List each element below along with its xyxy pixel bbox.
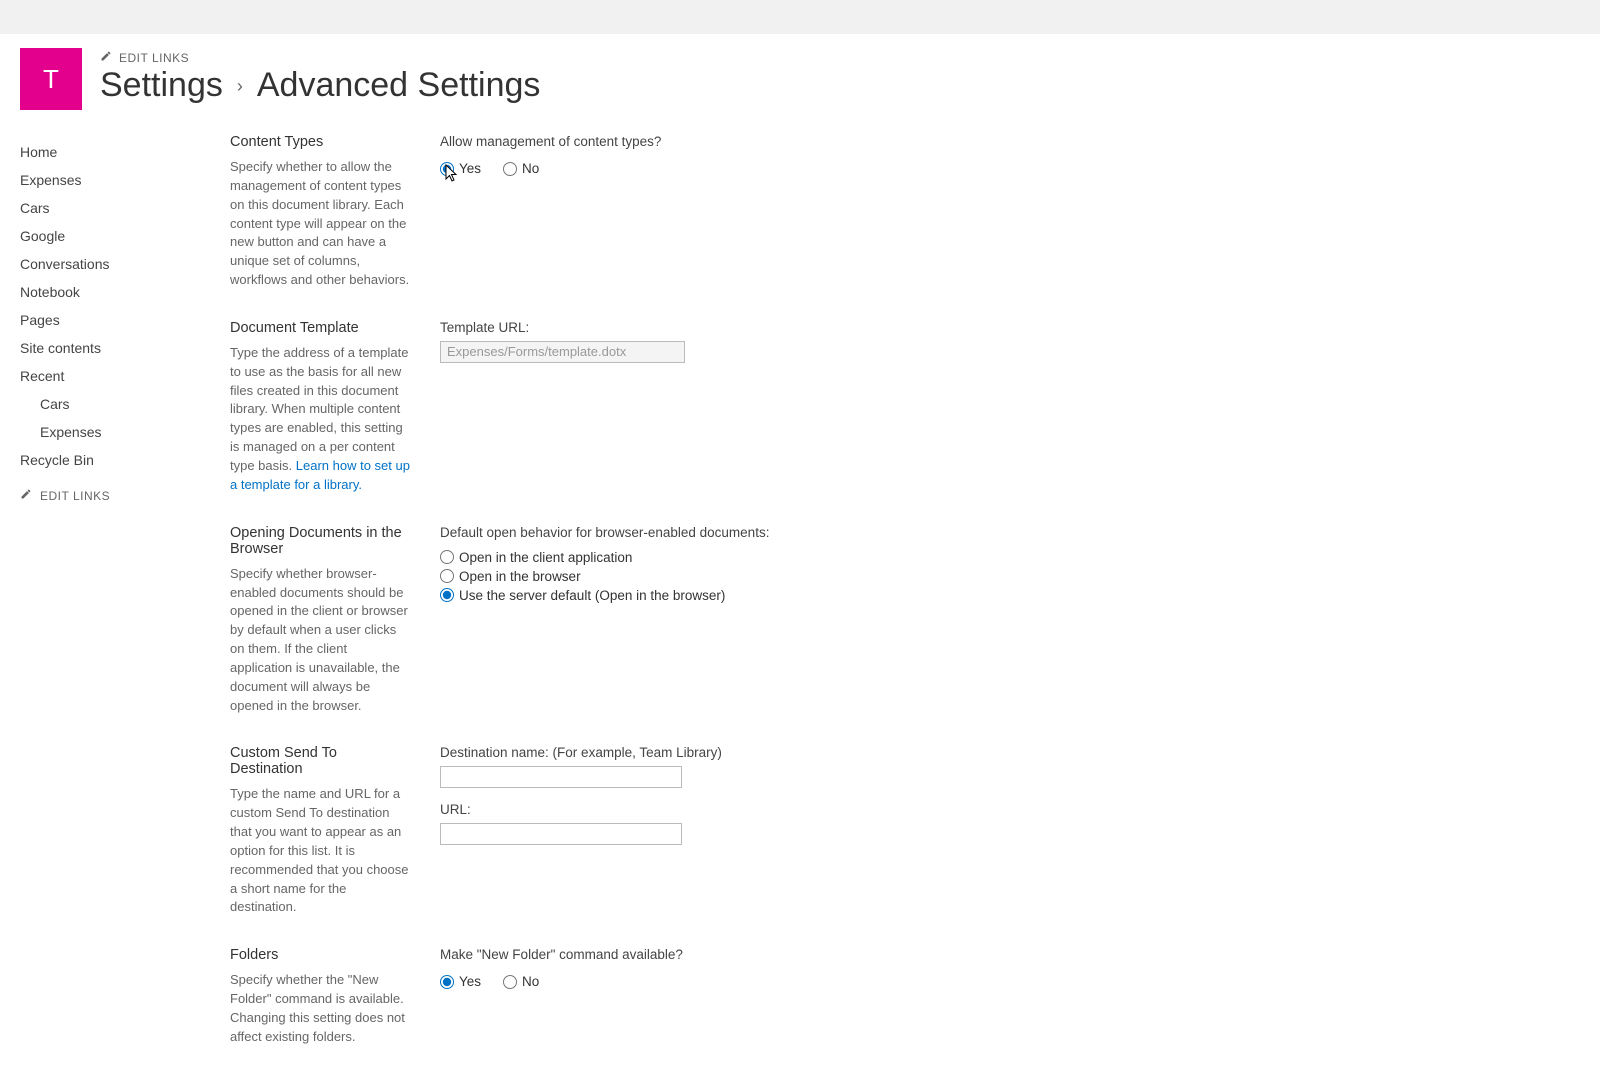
- radio-label: Yes: [459, 161, 481, 176]
- edit-links-top[interactable]: EDIT LINKS: [100, 50, 189, 65]
- section-title: Document Template: [230, 320, 410, 336]
- breadcrumb-separator-icon: ›: [237, 77, 243, 97]
- open-server-default-option[interactable]: Use the server default (Open in the brow…: [440, 588, 980, 603]
- section-description: Type the name and URL for a custom Send …: [230, 785, 410, 917]
- quick-launch-nav: HomeExpensesCarsGoogleConversationsNoteb…: [20, 134, 200, 503]
- folders-question: Make "New Folder" command available?: [440, 947, 980, 962]
- sidebar-item-notebook[interactable]: Notebook: [20, 278, 200, 306]
- sidebar-item-expenses[interactable]: Expenses: [20, 418, 200, 446]
- content-types-question: Allow management of content types?: [440, 134, 980, 149]
- suite-bar: [0, 0, 1600, 34]
- open-browser-radio[interactable]: [440, 569, 454, 583]
- radio-label: Open in the browser: [459, 569, 581, 584]
- destination-name-label: Destination name: (For example, Team Lib…: [440, 745, 980, 760]
- radio-label: Use the server default (Open in the brow…: [459, 588, 725, 603]
- section-title: Custom Send To Destination: [230, 745, 410, 777]
- content-types-yes-radio[interactable]: [440, 162, 454, 176]
- pencil-icon: [100, 50, 112, 65]
- section-title: Opening Documents in the Browser: [230, 525, 410, 557]
- radio-label: No: [522, 974, 539, 989]
- pencil-icon: [20, 488, 32, 503]
- section-description: Specify whether the "New Folder" command…: [230, 971, 410, 1046]
- content-types-yes-option[interactable]: Yes: [440, 161, 481, 176]
- section-description: Specify whether to allow the management …: [230, 158, 410, 290]
- sidebar-item-site-contents[interactable]: Site contents: [20, 334, 200, 362]
- radio-label: Yes: [459, 974, 481, 989]
- section-description-text: Type the address of a template to use as…: [230, 345, 409, 473]
- sidebar-item-recycle-bin[interactable]: Recycle Bin: [20, 446, 200, 474]
- folders-yes-radio[interactable]: [440, 975, 454, 989]
- section-title: Folders: [230, 947, 410, 963]
- section-folders: Folders Specify whether the "New Folder"…: [230, 947, 1580, 1046]
- section-opening-documents: Opening Documents in the Browser Specify…: [230, 525, 1580, 716]
- folders-no-radio[interactable]: [503, 975, 517, 989]
- open-server-default-radio[interactable]: [440, 588, 454, 602]
- sidebar-item-cars[interactable]: Cars: [20, 194, 200, 222]
- destination-url-label: URL:: [440, 802, 980, 817]
- sidebar-item-home[interactable]: Home: [20, 138, 200, 166]
- sidebar-item-google[interactable]: Google: [20, 222, 200, 250]
- edit-links-label: EDIT LINKS: [119, 51, 189, 65]
- radio-label: Open in the client application: [459, 550, 632, 565]
- sidebar-item-recent[interactable]: Recent: [20, 362, 200, 390]
- sidebar-item-pages[interactable]: Pages: [20, 306, 200, 334]
- breadcrumb-settings-link[interactable]: Settings: [100, 67, 223, 104]
- page-title: Advanced Settings: [257, 67, 541, 104]
- destination-name-input[interactable]: [440, 766, 682, 788]
- radio-label: No: [522, 161, 539, 176]
- edit-links-label: EDIT LINKS: [40, 489, 110, 503]
- section-description: Type the address of a template to use as…: [230, 344, 410, 495]
- template-url-label: Template URL:: [440, 320, 980, 335]
- content-types-no-option[interactable]: No: [503, 161, 539, 176]
- folders-no-option[interactable]: No: [503, 974, 539, 989]
- template-url-input: [440, 341, 685, 363]
- site-logo[interactable]: T: [20, 48, 82, 110]
- folders-yes-option[interactable]: Yes: [440, 974, 481, 989]
- open-client-radio[interactable]: [440, 550, 454, 564]
- sidebar-item-conversations[interactable]: Conversations: [20, 250, 200, 278]
- destination-url-input[interactable]: [440, 823, 682, 845]
- section-content-types: Content Types Specify whether to allow t…: [230, 134, 1580, 290]
- sidebar-item-cars[interactable]: Cars: [20, 390, 200, 418]
- section-title: Content Types: [230, 134, 410, 150]
- content-types-no-radio[interactable]: [503, 162, 517, 176]
- breadcrumb: Settings › Advanced Settings: [100, 67, 540, 104]
- open-browser-option[interactable]: Open in the browser: [440, 569, 980, 584]
- open-client-option[interactable]: Open in the client application: [440, 550, 980, 565]
- section-document-template: Document Template Type the address of a …: [230, 320, 1580, 495]
- open-behavior-label: Default open behavior for browser-enable…: [440, 525, 980, 540]
- edit-links-sidebar[interactable]: EDIT LINKS: [20, 488, 200, 503]
- sidebar-item-expenses[interactable]: Expenses: [20, 166, 200, 194]
- section-description: Specify whether browser-enabled document…: [230, 565, 410, 716]
- section-send-to: Custom Send To Destination Type the name…: [230, 745, 1580, 917]
